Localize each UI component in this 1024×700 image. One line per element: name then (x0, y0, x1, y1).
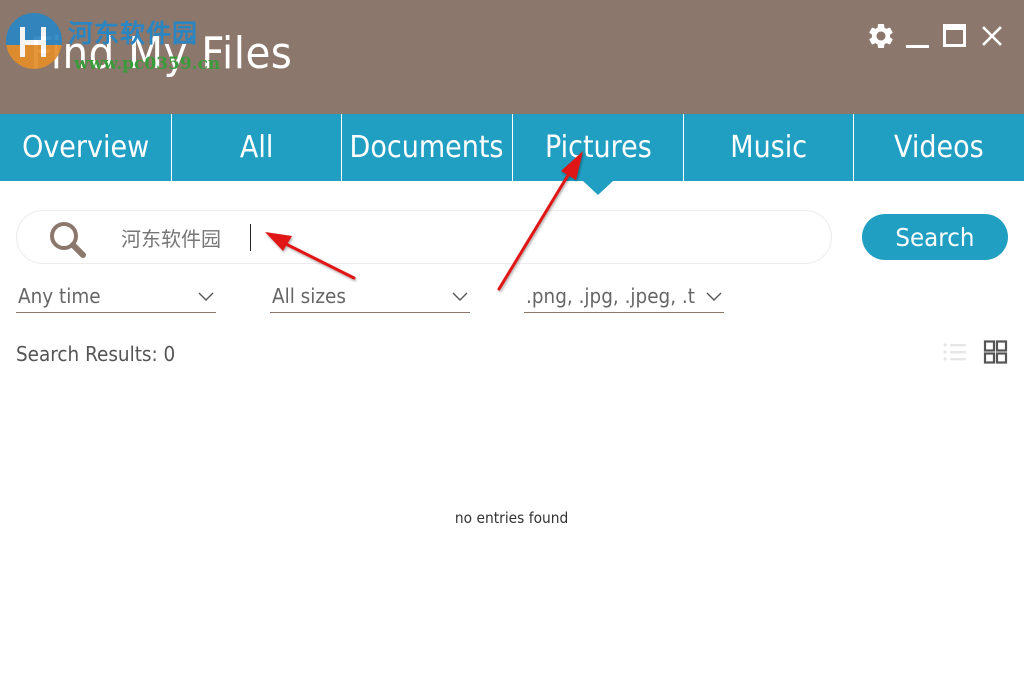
results-label-text: Search Results: (16, 342, 158, 366)
maximize-button[interactable] (936, 18, 973, 54)
type-filter-value: .png, .jpg, .jpeg, .t (526, 284, 695, 308)
window-controls (862, 18, 1010, 54)
chevron-down-icon (198, 292, 214, 301)
tab-label: Overview (21, 130, 150, 165)
tab-label: Documents (350, 130, 504, 165)
tab-all[interactable]: All (172, 114, 342, 181)
search-button[interactable]: Search (862, 214, 1008, 260)
text-caret (250, 224, 251, 251)
tab-pictures[interactable]: Pictures (513, 114, 684, 195)
search-input[interactable] (121, 221, 721, 253)
grid-view-icon[interactable] (983, 340, 1009, 364)
tab-label: Videos (894, 130, 984, 165)
gear-icon (868, 23, 893, 48)
type-filter-dropdown[interactable]: .png, .jpg, .jpeg, .t (524, 282, 724, 313)
time-filter-dropdown[interactable]: Any time (16, 282, 216, 313)
empty-results-message: no entries found (0, 509, 1024, 527)
tab-documents[interactable]: Documents (342, 114, 513, 181)
minimize-button[interactable] (899, 18, 936, 54)
chevron-down-icon (452, 292, 468, 301)
tab-music[interactable]: Music (684, 114, 854, 181)
app-title: Find My Files (30, 28, 293, 79)
search-field[interactable] (16, 210, 832, 264)
size-filter-dropdown[interactable]: All sizes (270, 282, 470, 313)
close-button[interactable] (973, 18, 1010, 54)
tab-label: Music (730, 130, 807, 165)
tab-label: Pictures (544, 130, 652, 165)
tab-label: All (239, 130, 274, 165)
time-filter-value: Any time (18, 284, 101, 308)
tab-overview[interactable]: Overview (0, 114, 172, 181)
search-icon (50, 222, 86, 258)
results-count: 0 (163, 342, 176, 366)
size-filter-value: All sizes (272, 284, 346, 308)
list-view-icon[interactable] (942, 340, 968, 364)
settings-button[interactable] (862, 18, 899, 54)
chevron-down-icon (706, 292, 722, 301)
minimize-icon (905, 45, 929, 48)
close-icon (981, 26, 1002, 46)
title-bar: Find My Files 河东软件园 www.pc0359.cn (0, 0, 1024, 114)
maximize-icon (942, 24, 966, 47)
search-button-label: Search (895, 222, 975, 252)
empty-results-text: no entries found (455, 509, 569, 527)
tab-videos[interactable]: Videos (854, 114, 1024, 181)
search-results-label: Search Results: 0 (16, 342, 175, 366)
category-tabs: Overview All Documents Pictures Music Vi… (0, 114, 1024, 195)
